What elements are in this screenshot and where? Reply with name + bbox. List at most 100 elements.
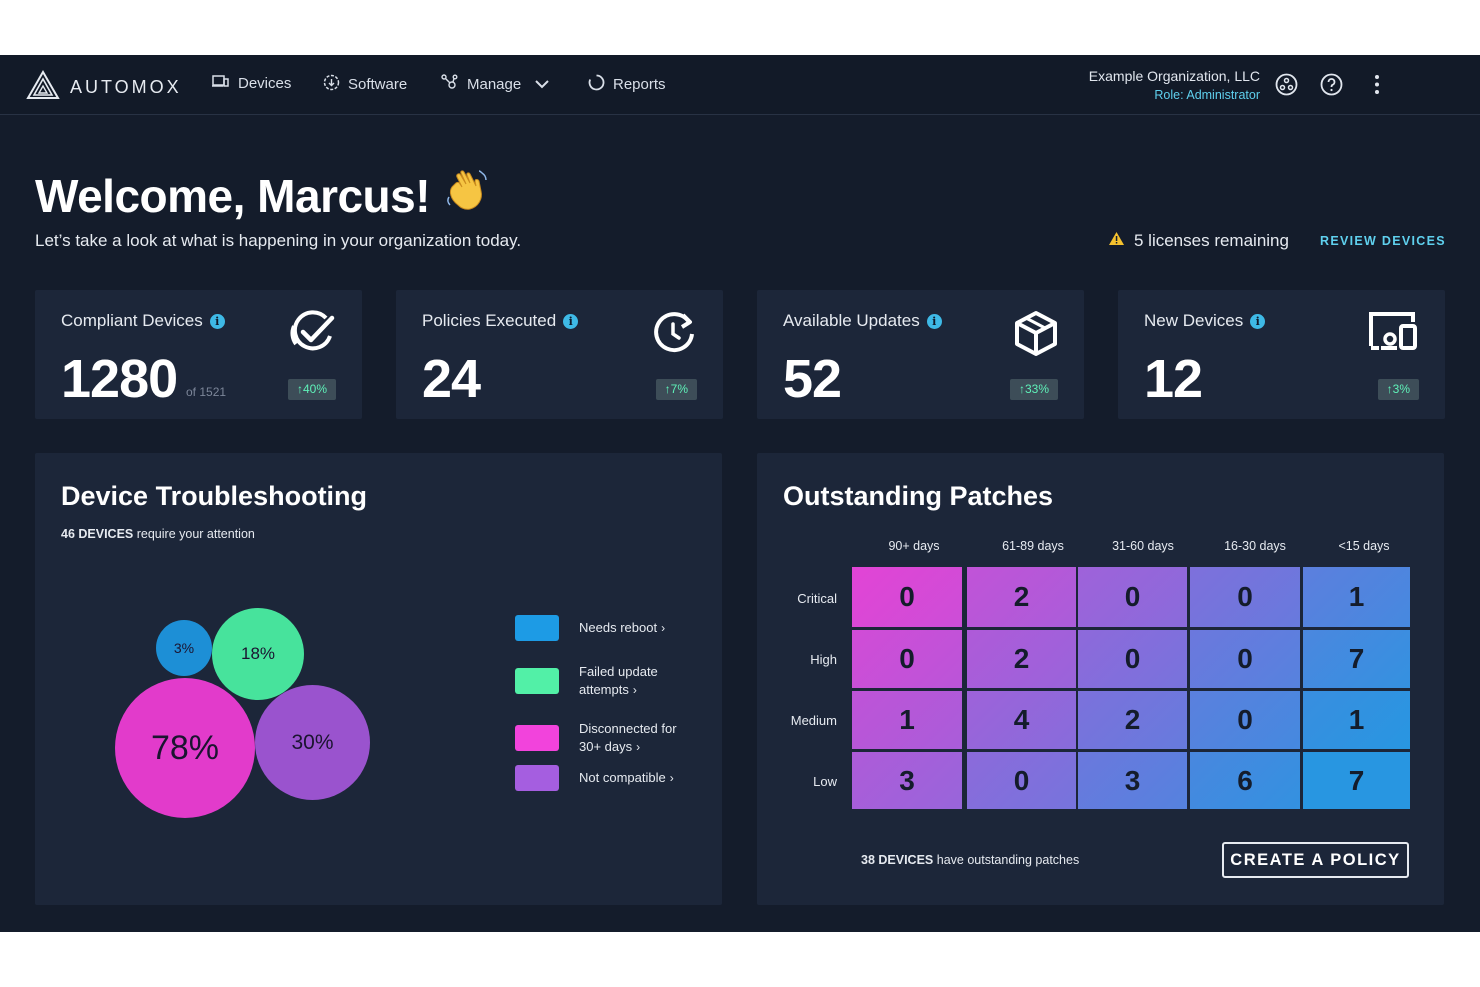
nav-software-label: Software — [348, 76, 408, 93]
nav-reports[interactable]: Reports — [588, 74, 666, 95]
patch-cell[interactable]: 1 — [852, 691, 962, 749]
legend-disconnected[interactable]: Disconnected for 30+ days › — [515, 720, 689, 756]
stat-label: Compliant Devices i — [61, 311, 225, 331]
bubble-label: 3% — [173, 640, 195, 656]
stat-value: 52 — [783, 349, 842, 409]
help-icon[interactable] — [1320, 73, 1343, 101]
patch-summary-rest: have outstanding patches — [933, 853, 1080, 867]
info-icon[interactable]: i — [1250, 313, 1266, 329]
stat-value: 12 — [1144, 349, 1203, 409]
devices-icon — [212, 74, 238, 92]
patch-cell[interactable]: 7 — [1303, 752, 1410, 809]
device-count: 46 DEVICES — [61, 527, 134, 541]
bubble-failed-updates[interactable]: 18% — [212, 608, 304, 700]
column-header: <15 days — [1338, 539, 1390, 553]
chevron-right-icon: › — [632, 683, 637, 697]
stat-total: of 1521 — [186, 385, 227, 399]
outstanding-patches-panel: Outstanding Patches 90+ days 61-89 days … — [757, 453, 1444, 905]
stat-policies-executed[interactable]: Policies Executed i 24 ↑7% — [396, 290, 723, 419]
legend-needs-reboot[interactable]: Needs reboot › — [515, 615, 665, 641]
patch-cell[interactable]: 6 — [1190, 752, 1300, 809]
page-title: Welcome, Marcus! — [35, 167, 490, 224]
patch-cell[interactable]: 0 — [1190, 630, 1300, 688]
patch-device-count: 38 DEVICES — [861, 853, 934, 867]
patch-cell[interactable]: 0 — [1078, 567, 1187, 627]
more-menu-icon[interactable] — [1370, 73, 1384, 101]
column-header: 31-60 days — [1112, 539, 1174, 553]
legend-swatch — [515, 615, 559, 641]
patch-cell[interactable]: 0 — [1190, 691, 1300, 749]
waving-hand-icon — [444, 167, 490, 224]
bubble-needs-reboot[interactable]: 3% — [156, 620, 212, 676]
create-policy-button[interactable]: CREATE A POLICY — [1222, 842, 1409, 878]
patch-cell[interactable]: 2 — [967, 630, 1076, 688]
patch-cell[interactable]: 4 — [967, 691, 1076, 749]
nav-manage[interactable]: Manage — [441, 74, 557, 95]
patch-cell[interactable]: 1 — [1303, 567, 1410, 627]
patch-cell[interactable]: 1 — [1303, 691, 1410, 749]
bubble-label: 78% — [150, 728, 220, 767]
stat-label-text: New Devices — [1144, 311, 1244, 330]
stat-value: 1280 — [61, 349, 178, 409]
patch-cell[interactable]: 2 — [967, 567, 1076, 627]
patch-cell[interactable]: 7 — [1303, 630, 1410, 688]
legend-label: Failed update attempts › — [579, 664, 658, 697]
info-icon[interactable]: i — [209, 313, 225, 329]
stat-label-text: Policies Executed — [422, 311, 557, 330]
manage-icon — [441, 74, 467, 95]
column-header: 16-30 days — [1224, 539, 1286, 553]
new-devices-icon — [1367, 310, 1419, 357]
policy-clock-icon — [651, 310, 697, 361]
legend-not-compatible[interactable]: Not compatible › — [515, 765, 674, 791]
integrations-icon[interactable] — [1275, 73, 1298, 101]
column-header: 90+ days — [888, 539, 940, 553]
stat-label-text: Available Updates — [783, 311, 920, 330]
row-header: Critical — [797, 591, 837, 606]
patch-cell[interactable]: 3 — [852, 752, 962, 809]
license-notice: 5 licenses remaining — [1108, 231, 1289, 251]
chevron-down-icon — [535, 76, 557, 93]
review-devices-link[interactable]: REVIEW DEVICES — [1320, 234, 1446, 248]
patch-cell[interactable]: 0 — [852, 567, 962, 627]
subtitle-rest: require your attention — [133, 527, 255, 541]
bubble-disconnected[interactable]: 78% — [115, 678, 255, 818]
legend-swatch — [515, 668, 559, 694]
top-nav: AUTOMOX Devices Software Manage Reports … — [0, 55, 1480, 115]
stat-label: New Devices i — [1144, 311, 1266, 331]
stat-compliant-devices[interactable]: Compliant Devices i 1280 of 1521 ↑40% — [35, 290, 362, 419]
patch-cell[interactable]: 0 — [967, 752, 1076, 809]
nav-software[interactable]: Software — [323, 74, 407, 95]
row-header: High — [810, 652, 837, 667]
automox-logo-icon — [26, 69, 60, 105]
legend-label: Disconnected for 30+ days › — [579, 721, 677, 754]
organization-name: Example Organization, LLC — [1088, 68, 1260, 84]
info-icon[interactable]: i — [563, 313, 579, 329]
stat-label: Available Updates i — [783, 311, 942, 331]
patch-summary: 38 DEVICES have outstanding patches — [861, 853, 1079, 867]
patch-cell[interactable]: 3 — [1078, 752, 1187, 809]
reports-icon — [588, 74, 613, 95]
user-role: Role: Administrator — [1154, 88, 1260, 102]
patch-cell[interactable]: 0 — [1190, 567, 1300, 627]
device-troubleshooting-panel: Device Troubleshooting 46 DEVICES requir… — [35, 453, 722, 905]
nav-devices-label: Devices — [238, 74, 292, 92]
legend-failed-update-attempts[interactable]: Failed update attempts › — [515, 663, 671, 699]
patch-cell[interactable]: 2 — [1078, 691, 1187, 749]
package-icon — [1014, 310, 1058, 361]
stat-label: Policies Executed i — [422, 311, 579, 331]
patch-cell[interactable]: 0 — [1078, 630, 1187, 688]
brand-logo[interactable]: AUTOMOX — [26, 69, 182, 105]
stat-available-updates[interactable]: Available Updates i 52 ↑33% — [757, 290, 1084, 419]
nav-devices[interactable]: Devices — [212, 74, 291, 92]
software-icon — [323, 74, 348, 95]
bubble-not-compatible[interactable]: 30% — [255, 685, 370, 800]
chevron-right-icon: › — [661, 621, 666, 635]
stat-new-devices[interactable]: New Devices i 12 ↑3% — [1118, 290, 1445, 419]
page-subtitle: Let’s take a look at what is happening i… — [35, 231, 522, 250]
panel-subtitle: 46 DEVICES require your attention — [61, 527, 255, 541]
patch-cell[interactable]: 0 — [852, 630, 962, 688]
legend-label: Not compatible › — [579, 770, 674, 785]
panel-title: Outstanding Patches — [783, 481, 1054, 511]
organization-info[interactable]: Example Organization, LLC Role: Administ… — [1089, 68, 1260, 102]
info-icon[interactable]: i — [926, 313, 942, 329]
